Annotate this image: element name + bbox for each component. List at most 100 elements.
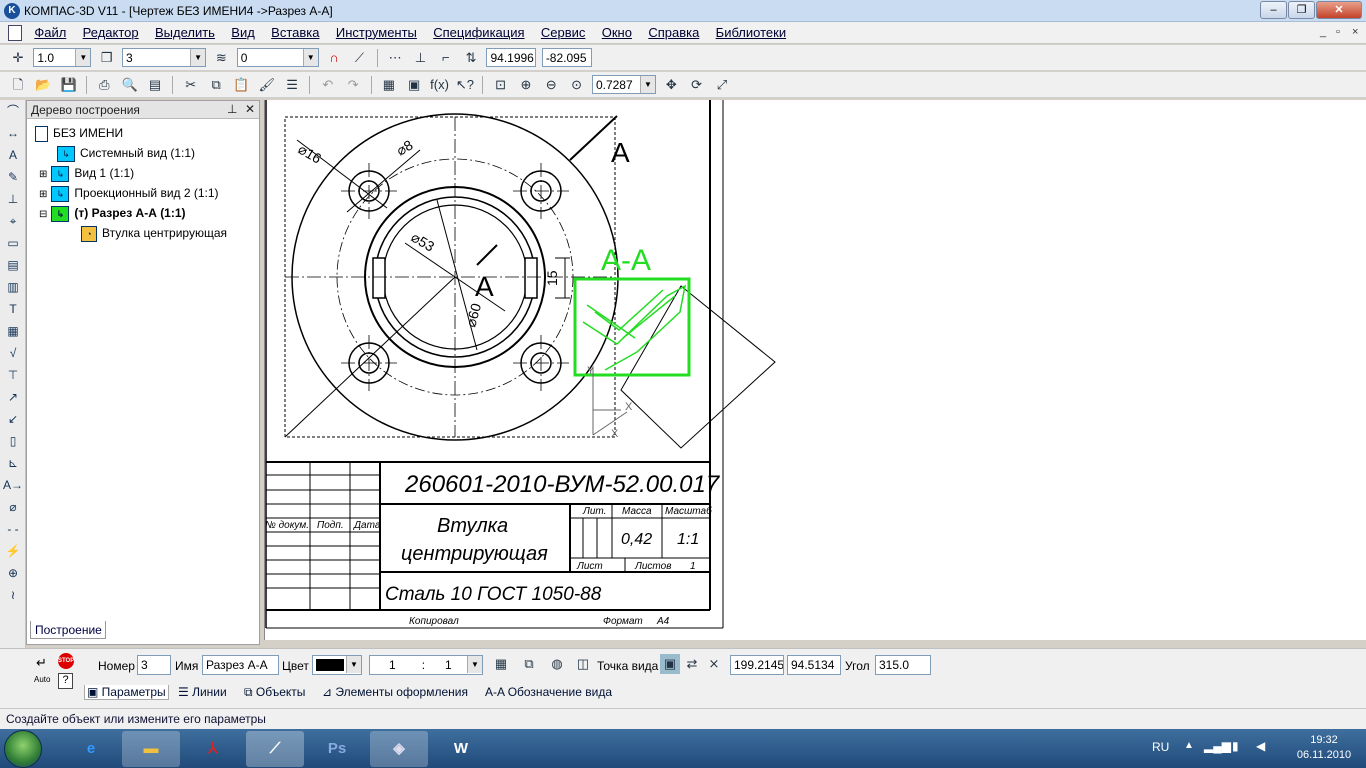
point-snap-icon[interactable]: ⇄ — [682, 654, 702, 674]
menu-window[interactable]: Окно — [595, 22, 638, 44]
mdi-close-button[interactable]: × — [1352, 26, 1358, 38]
help-icon[interactable]: ? — [58, 673, 73, 689]
close-icon[interactable]: ✕ — [245, 102, 255, 116]
menu-libraries[interactable]: Библиотеки — [709, 22, 792, 44]
wave-line-icon[interactable]: ≀ — [2, 584, 24, 606]
associative-views-icon[interactable]: ▤ — [2, 254, 24, 276]
tolerance-icon[interactable]: ▯ — [2, 430, 24, 452]
collapse-icon[interactable]: ⊟ — [39, 209, 47, 220]
selection-icon[interactable]: ▭ — [2, 232, 24, 254]
roughness-icon[interactable]: √ — [2, 342, 24, 364]
chevron-down-icon[interactable]: ▼ — [467, 656, 482, 673]
tree-node-part[interactable]: ◔ Втулка центрирующая — [81, 224, 227, 242]
tab-design-elements[interactable]: ⊿ Элементы оформления — [322, 685, 468, 699]
hatch-icon[interactable]: ◍ — [547, 654, 567, 674]
menu-specification[interactable]: Спецификация — [426, 22, 530, 44]
chevron-down-icon[interactable]: ▼ — [639, 76, 655, 93]
refresh-icon[interactable]: ⟳ — [687, 75, 707, 95]
tab-objects[interactable]: ⧉ Объекты — [244, 685, 305, 700]
text-icon[interactable]: T — [2, 298, 24, 320]
variables-icon[interactable]: ▣ — [404, 75, 424, 95]
minimize-button[interactable]: – — [1260, 1, 1287, 19]
help-pointer-icon[interactable]: ↖? — [455, 75, 475, 95]
snap-icon[interactable]: ✛ — [8, 48, 28, 68]
local-cs-icon[interactable]: ⊥ — [410, 48, 430, 68]
spec-icon[interactable]: ▥ — [2, 276, 24, 298]
dim-53-text[interactable]: ⌀53 — [409, 229, 438, 255]
magnet-icon[interactable]: ∩ — [324, 48, 344, 68]
chevron-down-icon[interactable]: ▼ — [190, 49, 206, 66]
acrobat-icon[interactable]: ⅄ — [184, 731, 242, 767]
volume-icon[interactable]: ◀ — [1256, 739, 1265, 753]
axis-icon[interactable]: - - — [2, 518, 24, 540]
angle-input[interactable]: 315.0 — [875, 655, 931, 675]
clock[interactable]: 19:32 06.11.2010 — [1294, 733, 1354, 763]
table-icon[interactable]: ▦ — [2, 320, 24, 342]
menu-editor[interactable]: Редактор — [76, 22, 145, 44]
zoom-select[interactable]: 0.7287 ▼ — [591, 75, 656, 94]
point-y-input[interactable]: 94.5134 — [787, 655, 841, 675]
local-snap-icon[interactable]: ⟋ — [349, 48, 369, 68]
power-icon[interactable]: ▮ — [1232, 739, 1239, 753]
format-brush-icon[interactable]: 🖌 — [257, 75, 277, 95]
tree-root[interactable]: БЕЗ ИМЕНИ — [35, 124, 123, 142]
tree-node-view1[interactable]: ⊞ ↳ Вид 1 (1:1) — [39, 164, 134, 182]
hidden-lines-icon[interactable]: ▦ — [491, 654, 511, 674]
print-preview-icon[interactable]: ▤ — [145, 75, 165, 95]
scale-select[interactable]: 1: 1 ▼ — [369, 655, 483, 675]
pin-icon[interactable]: ⊥ — [227, 102, 237, 116]
internet-explorer-icon[interactable]: e — [62, 731, 120, 767]
section-mark-top[interactable]: А — [611, 137, 630, 168]
maximize-button[interactable]: ❐ — [1288, 1, 1315, 19]
kompas-task-icon[interactable]: ⟋ — [246, 731, 304, 767]
menu-view[interactable]: Вид — [224, 22, 261, 44]
paste-icon[interactable]: 📋 — [231, 75, 251, 95]
geometry-icon[interactable]: ⌒ — [2, 100, 24, 122]
save-icon[interactable]: 💾 — [59, 75, 79, 95]
language-indicator[interactable]: RU — [1152, 740, 1169, 754]
copy-icon[interactable]: ⧉ — [206, 75, 226, 95]
chevron-down-icon[interactable]: ▼ — [75, 49, 91, 66]
zoom-scale-icon[interactable]: ⊙ — [567, 75, 587, 95]
position-icon[interactable]: ↙ — [2, 408, 24, 430]
tab-lines[interactable]: ☰ Линии — [178, 685, 227, 699]
menu-tools[interactable]: Инструменты — [329, 22, 423, 44]
apply-icon[interactable]: ↵ — [36, 655, 47, 671]
grid-icon[interactable]: ⋯ — [385, 48, 405, 68]
layer-icon[interactable]: ❒ — [97, 48, 117, 68]
kompas-3d-icon[interactable]: ◈ — [370, 731, 428, 767]
menu-file[interactable]: Файл — [27, 22, 72, 44]
point-coord-icon[interactable]: ⨯ — [704, 654, 724, 674]
drawing-canvas[interactable]: ⌀16 ⌀8 ⌀53 ⌀60 15 А А А-А Y X X 260601-2… — [264, 100, 1366, 640]
word-icon[interactable]: W — [432, 731, 490, 767]
menu-service[interactable]: Сервис — [534, 22, 592, 44]
mdi-restore-button[interactable]: ▫ — [1336, 26, 1340, 38]
cut-icon[interactable]: ✂ — [181, 75, 201, 95]
view-arrow-icon[interactable]: A→ — [2, 474, 24, 496]
dim-15-text[interactable]: 15 — [544, 270, 560, 286]
parametrization-icon[interactable]: ⊥ — [2, 188, 24, 210]
line-scale-select[interactable]: 1.0 ▼ — [33, 48, 92, 67]
network-icon[interactable]: ▂▄▆ — [1204, 739, 1231, 753]
expand-icon[interactable]: ⊞ — [39, 169, 47, 180]
expand-icon[interactable]: ⊞ — [39, 189, 47, 200]
stop-icon[interactable]: STOP — [58, 653, 74, 669]
explorer-folder-icon[interactable]: ▬ — [122, 731, 180, 767]
menu-help[interactable]: Справка — [641, 22, 705, 44]
tab-parameters[interactable]: ▣ Параметры — [84, 685, 169, 700]
center-mark-icon[interactable]: ⊕ — [2, 562, 24, 584]
properties-icon[interactable]: ☰ — [282, 75, 302, 95]
dim-8-text[interactable]: ⌀8 — [394, 137, 416, 159]
tab-view-designation[interactable]: A-A Обозначение вида — [485, 685, 612, 699]
tab-build[interactable]: Построение — [30, 621, 106, 639]
designations-icon[interactable]: А — [2, 144, 24, 166]
show-all-icon[interactable]: ⤢ — [712, 75, 732, 95]
zoom-window-icon[interactable]: ⊡ — [491, 75, 511, 95]
manager-icon[interactable]: ▦ — [379, 75, 399, 95]
document-icon[interactable] — [8, 25, 22, 41]
preview-icon[interactable]: 🔍 — [120, 75, 140, 95]
show-hidden-icons[interactable]: ▲ — [1184, 740, 1194, 751]
open-icon[interactable]: 📂 — [33, 75, 53, 95]
name-input[interactable]: Разрез А-А — [202, 655, 279, 675]
lightning-icon[interactable]: ⚡ — [2, 540, 24, 562]
